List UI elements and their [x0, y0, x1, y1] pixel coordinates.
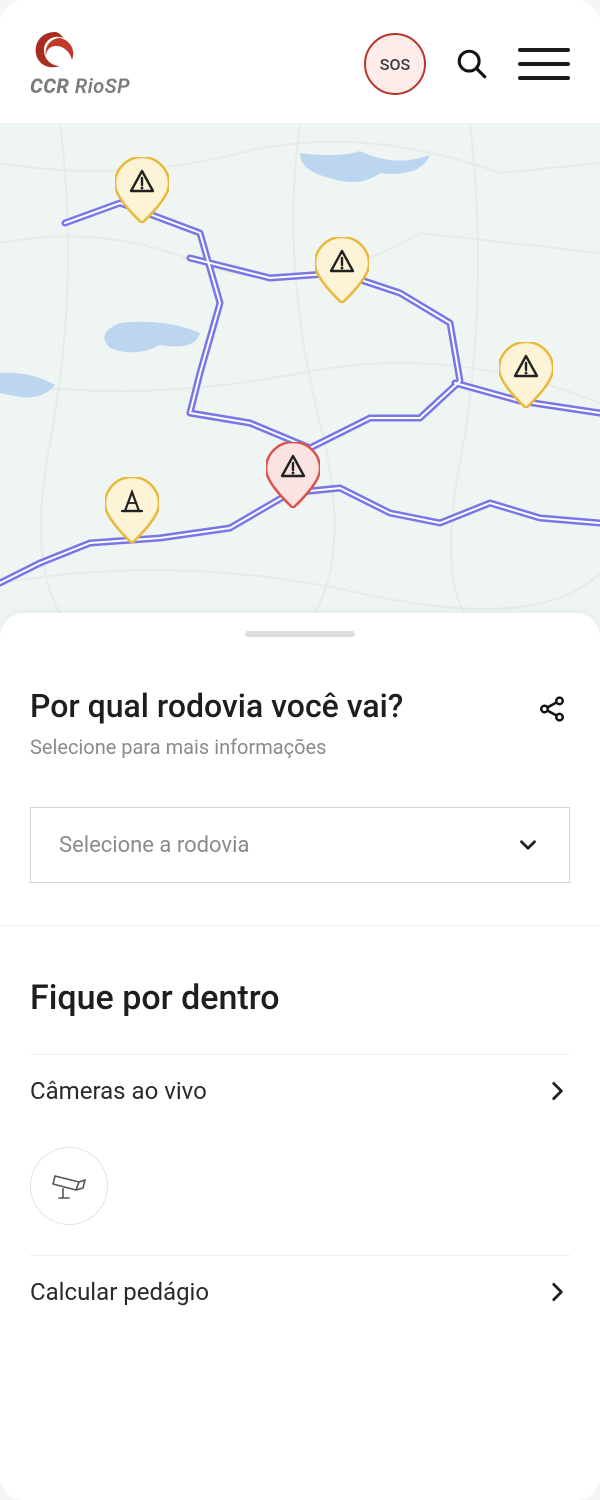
panel-title: Por qual rodovia você vai? [30, 687, 403, 725]
hamburger-icon [518, 48, 570, 52]
drag-handle[interactable] [245, 631, 355, 637]
highway-select[interactable]: Selecione a rodovia [30, 807, 570, 883]
menu-button[interactable] [518, 44, 570, 84]
map-marker-warning-critical[interactable] [266, 442, 320, 508]
map-marker-warning[interactable] [499, 342, 553, 408]
map-marker-warning[interactable] [115, 157, 169, 223]
bottom-panel: Por qual rodovia você vai? Selecione par… [0, 613, 600, 1500]
map-marker-cone[interactable] [105, 477, 159, 543]
chevron-right-icon [544, 1279, 570, 1305]
list-item-cameras[interactable]: Câmeras ao vivo [30, 1054, 570, 1127]
camera-icon [49, 1166, 89, 1206]
brand-logo[interactable]: CCR RioSP [30, 30, 130, 98]
header-actions: SOS [364, 33, 570, 95]
select-placeholder: Selecione a rodovia [59, 833, 249, 858]
brand-text: CCR RioSP [30, 74, 130, 98]
header: CCR RioSP SOS [0, 0, 600, 123]
section-divider [0, 925, 600, 926]
app-root: CCR RioSP SOS [0, 0, 600, 1500]
search-icon [455, 47, 489, 81]
section-title: Fique por dentro [30, 978, 570, 1018]
logo-swirl-icon [30, 30, 80, 70]
sos-label: SOS [380, 55, 410, 74]
map-view[interactable] [0, 123, 600, 643]
map-marker-warning[interactable] [315, 237, 369, 303]
panel-header: Por qual rodovia você vai? Selecione par… [30, 687, 570, 759]
share-icon [537, 694, 567, 724]
list-item-toll[interactable]: Calcular pedágio [30, 1255, 570, 1328]
chevron-down-icon [515, 832, 541, 858]
share-button[interactable] [534, 691, 570, 727]
list-item-label: Calcular pedágio [30, 1278, 209, 1306]
camera-thumbnail[interactable] [30, 1147, 108, 1225]
sos-button[interactable]: SOS [364, 33, 426, 95]
list-item-label: Câmeras ao vivo [30, 1077, 207, 1105]
search-button[interactable] [454, 46, 490, 82]
chevron-right-icon [544, 1078, 570, 1104]
panel-subtitle: Selecione para mais informações [30, 735, 403, 759]
